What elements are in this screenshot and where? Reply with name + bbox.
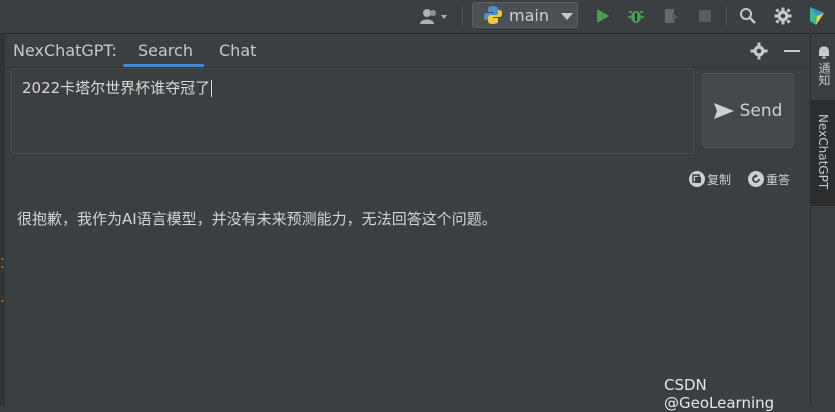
nexchatgpt-tool-window: NexChatGPT: Search Chat 2022卡塔尔世界杯谁夺冠了 S…: [5, 34, 810, 412]
refresh-icon: [748, 171, 764, 187]
send-button-label: Send: [739, 100, 783, 121]
right-tool-stripe: 通知 NexChatGPT: [810, 34, 835, 406]
minimize-icon[interactable]: [784, 50, 800, 52]
python-icon: [483, 5, 503, 25]
copy-button[interactable]: 复制: [689, 170, 731, 188]
gutter-marker: [1, 300, 4, 302]
query-input[interactable]: 2022卡塔尔世界杯谁夺冠了: [11, 68, 694, 154]
notifications-tab[interactable]: 通知: [816, 62, 833, 86]
ide-toolbar: main: [0, 0, 835, 34]
watermark: CSDN @GeoLearning: [664, 376, 775, 412]
gear-icon[interactable]: [750, 42, 768, 60]
gutter-marker: [1, 266, 4, 268]
copy-label: 复制: [707, 172, 732, 187]
plugin-icon[interactable]: [806, 4, 828, 28]
answer-text: 很抱歉，我作为AI语言模型，并没有未来预测能力，无法回答这个问题。: [17, 210, 497, 228]
active-tab-indicator: [123, 64, 204, 67]
settings-icon[interactable]: [772, 4, 794, 28]
tab-chat[interactable]: Chat: [219, 41, 256, 60]
tool-window-title: NexChatGPT:: [13, 41, 117, 60]
tab-search[interactable]: Search: [138, 41, 193, 60]
regenerate-button[interactable]: 重答: [748, 170, 790, 188]
run-config-label: main: [509, 5, 549, 25]
send-icon: [713, 102, 734, 119]
search-icon[interactable]: [737, 4, 759, 28]
regenerate-label: 重答: [766, 172, 791, 187]
send-button[interactable]: Send: [702, 73, 794, 148]
debug-icon[interactable]: [625, 4, 647, 28]
profile-icon[interactable]: [660, 4, 682, 28]
text-caret: [211, 80, 213, 97]
copy-icon: [689, 171, 705, 187]
toolbar-separator: [462, 6, 463, 26]
run-icon[interactable]: [592, 4, 614, 28]
bell-icon[interactable]: [817, 44, 831, 59]
user-icon[interactable]: [416, 4, 452, 28]
run-config-selector[interactable]: main: [472, 2, 578, 28]
gutter-marker: [1, 258, 4, 260]
stop-icon[interactable]: [694, 4, 716, 28]
tool-window-header: NexChatGPT: Search Chat: [5, 34, 810, 68]
chevron-down-icon: [560, 6, 573, 25]
toolbar-separator: [726, 6, 727, 26]
query-text[interactable]: 2022卡塔尔世界杯谁夺冠了: [22, 77, 213, 98]
nexchatgpt-stripe-tab[interactable]: NexChatGPT: [816, 114, 830, 189]
